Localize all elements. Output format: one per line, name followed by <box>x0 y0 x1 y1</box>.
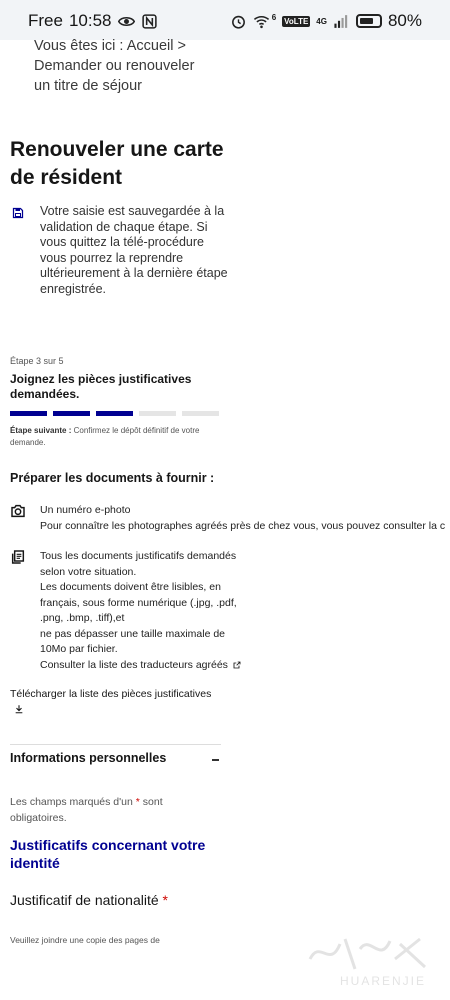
step-bar-2 <box>53 411 90 416</box>
documents-line-6: ne pas dépasser une taille maximale de <box>40 627 226 640</box>
nationality-hint: Veuillez joindre une copie des pages de <box>10 935 160 945</box>
documents-item: Tous les documents justificatifs demandé… <box>10 549 450 674</box>
status-right: 6 VoLTE 4G 80% <box>230 11 422 31</box>
ephoto-item: Un numéro e-photo Pour connaître les pho… <box>10 503 450 535</box>
documents-icon <box>11 550 25 564</box>
camera-icon <box>11 504 25 518</box>
step-bar-1 <box>10 411 47 416</box>
documents-text: Tous les documents justificatifs demandé… <box>40 549 255 673</box>
ephoto-text: Un numéro e-photo Pour connaître les pho… <box>40 503 445 534</box>
step-title: Joignez les pièces justificatives demand… <box>10 372 192 401</box>
watermark-calligraphy <box>308 937 427 970</box>
breadcrumb: Vous êtes ici : Accueil > Demander ou re… <box>34 36 209 96</box>
breadcrumb-prefix: Vous êtes ici : <box>34 38 124 54</box>
watermark-text: HUARENJIE <box>339 974 426 988</box>
documents-line-4: français, sous forme numérique (.jpg, .p… <box>40 596 237 609</box>
carrier-label: Free <box>28 11 63 30</box>
translators-link-label[interactable]: Consulter la liste des traducteurs agréé… <box>40 659 228 671</box>
wifi-6-label: 6 <box>271 12 277 22</box>
nfc-icon <box>141 13 157 29</box>
step-count: Étape 3 sur 5 <box>10 356 64 366</box>
collapse-minus-icon[interactable] <box>212 759 219 761</box>
clock: 10:58 <box>68 11 112 30</box>
page-title: Renouveler une carte de résident <box>10 138 224 189</box>
identity-section-title: Justificatifs concernant votre identité <box>10 837 206 871</box>
documents-line-2: selon votre situation. <box>40 565 137 578</box>
floppy-disk-icon <box>12 207 24 219</box>
step-bar-4 <box>139 411 176 416</box>
next-step: Étape suivante : Confirmez le dépôt défi… <box>10 425 222 449</box>
volte-badge: VoLTE <box>282 15 311 27</box>
wifi-icon <box>253 15 269 28</box>
save-notice-text: Votre saisie est sauvegardée à la valida… <box>40 204 228 296</box>
network-4g-label: 4G <box>316 16 327 26</box>
step-bar-3 <box>96 411 133 416</box>
required-note-before: Les champs marqués d'un <box>10 796 133 808</box>
eye-icon <box>117 16 135 26</box>
status-left: Free 10:58 <box>28 11 158 31</box>
status-bar: Free 10:58 6 VoLTE 4G 80% <box>0 0 450 40</box>
ephoto-description[interactable]: Pour connaître les photographes agréés p… <box>40 519 445 535</box>
next-step-label: Étape suivante : <box>10 426 72 435</box>
documents-line-7: 10Mo par fichier. <box>40 643 118 655</box>
nationality-required-star: * <box>162 892 168 908</box>
prepare-title: Préparer les documents à fournir : <box>10 471 215 485</box>
alarm-icon <box>231 15 245 29</box>
step-bar-5 <box>182 411 219 416</box>
step-progress-bars <box>10 411 219 416</box>
battery-icon <box>355 14 382 28</box>
ephoto-title: Un numéro e-photo <box>40 504 131 516</box>
external-link-icon <box>233 661 241 668</box>
watermark: HUARENJIE <box>300 929 440 994</box>
nationality-field-label: Justificatif de nationalité * <box>10 892 168 908</box>
documents-line-1: Tous les documents justificatifs demandé… <box>40 550 237 562</box>
download-list-link[interactable]: Télécharger la liste des pièces justific… <box>10 688 211 700</box>
battery-level: 80% <box>387 11 422 30</box>
documents-line-5: .png, .bmp, .tiff),et <box>40 612 125 624</box>
download-icon[interactable] <box>14 704 24 714</box>
required-note-star: * <box>135 796 140 808</box>
signal-icon <box>334 14 348 28</box>
documents-line-3: Les documents doivent être lisibles, en <box>40 581 221 593</box>
accordion-personal-info[interactable]: Informations personnelles <box>10 751 166 765</box>
translators-link[interactable]: Consulter la liste des traducteurs agréé… <box>40 658 255 674</box>
stepper: Étape 3 sur 5 Joignez les pièces justifi… <box>10 356 222 447</box>
accordion-divider <box>10 744 221 745</box>
nationality-label-text: Justificatif de nationalité <box>10 892 159 908</box>
required-fields-note: Les champs marqués d'un * sont obligatoi… <box>10 795 200 826</box>
